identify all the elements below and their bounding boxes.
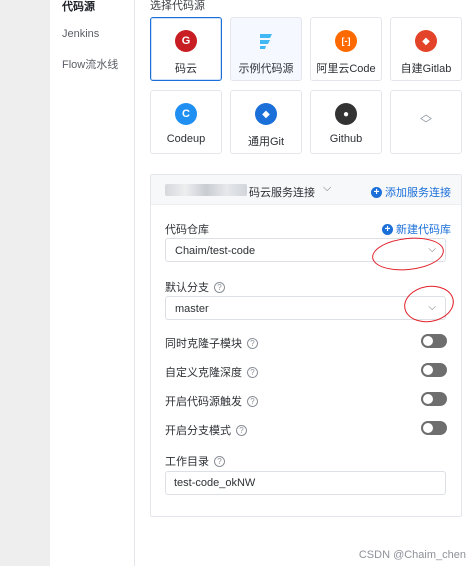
toggle-knob — [423, 423, 433, 433]
add-connection-link[interactable]: + 添加服务连接 — [371, 184, 451, 200]
chevron-down-icon[interactable]: ⌵ — [323, 182, 331, 195]
add-connection-label: 添加服务连接 — [385, 187, 451, 199]
source-card-git[interactable]: ◆ 通用Git — [230, 90, 302, 154]
chevron-down-icon: ⌵ — [428, 302, 436, 313]
branch-label-text: 默认分支 — [165, 282, 209, 294]
plus-circle-icon: + — [371, 186, 382, 198]
toggle-label-trigger: 开启代码源触发 ? — [165, 393, 258, 409]
source-card-codeup[interactable]: C Codeup — [150, 90, 222, 154]
codeup-icon: C — [175, 103, 197, 125]
connection-panel: 码云服务连接 ⌵ + 添加服务连接 代码仓库 + 新建代码库 Chaim/tes… — [150, 174, 462, 517]
help-icon[interactable]: ? — [247, 366, 258, 378]
source-card-label: 通用Git — [247, 136, 285, 148]
side-nav: 代码源 Jenkins Flow流水线 — [50, 0, 135, 566]
toggle-label-branch-mode: 开启分支模式 ? — [165, 422, 247, 438]
branch-select[interactable]: master ⌵ — [165, 296, 446, 320]
repo-label: 代码仓库 — [165, 221, 209, 237]
repo-label-text: 代码仓库 — [165, 224, 209, 236]
repo-select-value: Chaim/test-code — [175, 245, 256, 257]
workdir-label-text: 工作目录 — [165, 456, 209, 468]
toggle-label-text: 自定义克隆深度 — [165, 367, 242, 379]
source-card-aliyun[interactable]: [-] 阿里云Code — [310, 17, 382, 81]
clone-depth-toggle[interactable] — [421, 363, 447, 377]
source-card-label: 示例代码源 — [238, 63, 294, 75]
nav-item-code-source[interactable]: 代码源 — [62, 0, 95, 14]
source-card-label: 自建Gitlab — [400, 63, 452, 75]
source-card-example[interactable]: 示例代码源 — [230, 17, 302, 81]
branch-select-value: master — [175, 303, 209, 315]
nav-item-jenkins[interactable]: Jenkins — [62, 28, 99, 40]
new-repo-label: 新建代码库 — [396, 224, 451, 236]
source-card-gitlab[interactable]: ◆ 自建Gitlab — [390, 17, 462, 81]
source-card-label: Codeup — [166, 133, 206, 145]
git-icon: ◆ — [255, 103, 277, 125]
toggle-label-submodule: 同时克隆子模块 ? — [165, 335, 258, 351]
connection-header[interactable]: 码云服务连接 ⌵ + 添加服务连接 — [151, 175, 461, 205]
help-icon[interactable]: ? — [214, 281, 225, 293]
source-card-github[interactable]: ● Github — [310, 90, 382, 154]
chevron-down-icon: ⌵ — [428, 244, 436, 255]
help-icon[interactable]: ? — [236, 424, 247, 436]
github-icon: ● — [335, 103, 357, 125]
toggle-label-text: 开启分支模式 — [165, 425, 231, 437]
chevron-updown-icon: ︿ ﹀ — [420, 107, 433, 131]
watermark: CSDN @Chaim_chen — [358, 549, 466, 561]
source-expand-card[interactable]: ︿ ﹀ — [390, 90, 462, 154]
gitee-icon: G — [175, 30, 197, 52]
toggle-label-text: 开启代码源触发 — [165, 396, 242, 408]
help-icon[interactable]: ? — [247, 395, 258, 407]
branch-mode-toggle[interactable] — [421, 421, 447, 435]
blurred-connection-prefix — [165, 184, 247, 196]
left-gutter — [0, 0, 50, 566]
submodule-toggle[interactable] — [421, 334, 447, 348]
toggle-knob — [423, 336, 433, 346]
example-code-icon — [255, 30, 277, 52]
main-panel: 选择代码源 G 码云 示例代码源 [-] 阿里云Code ◆ 自建Gitlab … — [136, 0, 474, 566]
source-trigger-toggle[interactable] — [421, 392, 447, 406]
branch-label: 默认分支 ? — [165, 279, 225, 295]
source-card-label: Github — [329, 133, 363, 145]
plus-circle-icon: + — [382, 223, 393, 235]
connection-name: 码云服务连接 — [249, 187, 315, 199]
nav-item-flow[interactable]: Flow流水线 — [62, 56, 118, 72]
section-label: 选择代码源 — [150, 0, 205, 12]
workdir-input[interactable] — [165, 471, 446, 495]
source-card-gitee[interactable]: G 码云 — [150, 17, 222, 81]
toggle-knob — [423, 365, 433, 375]
toggle-knob — [423, 394, 433, 404]
help-icon[interactable]: ? — [214, 455, 225, 467]
new-repo-link[interactable]: + 新建代码库 — [382, 221, 451, 237]
help-icon[interactable]: ? — [247, 337, 258, 349]
source-card-label: 阿里云Code — [316, 63, 376, 75]
aliyun-code-icon: [-] — [335, 30, 357, 52]
toggle-label-depth: 自定义克隆深度 ? — [165, 364, 258, 380]
source-card-label: 码云 — [175, 63, 197, 75]
repo-select[interactable]: Chaim/test-code ⌵ — [165, 238, 446, 262]
gitlab-icon: ◆ — [415, 30, 437, 52]
workdir-label: 工作目录 ? — [165, 453, 225, 469]
toggle-label-text: 同时克隆子模块 — [165, 338, 242, 350]
